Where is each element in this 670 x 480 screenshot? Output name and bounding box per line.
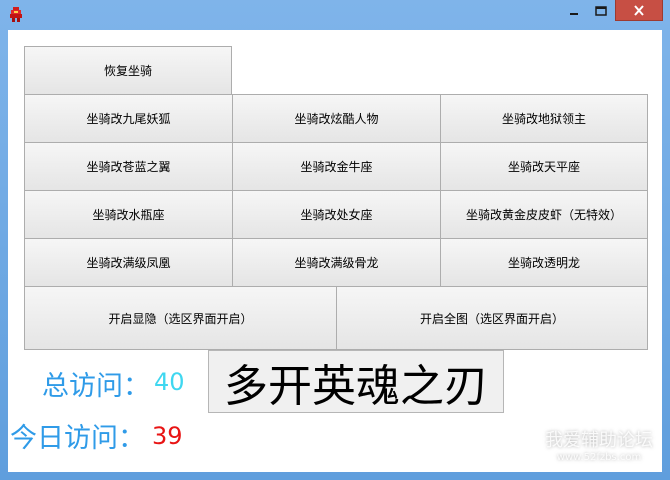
- restore-mount-button[interactable]: 恢复坐骑: [24, 46, 232, 95]
- full-map-button[interactable]: 开启全图（选区界面开启）: [336, 286, 648, 350]
- maximize-icon: [595, 1, 607, 20]
- minimize-icon: [569, 1, 579, 20]
- watermark-title: 我爱辅助论坛: [545, 430, 653, 451]
- mount-transparent-dragon-button[interactable]: 坐骑改透明龙: [440, 238, 648, 287]
- today-visits-label: 今日访问：: [10, 423, 145, 454]
- title-bar[interactable]: [0, 0, 670, 30]
- multi-open-banner: 多开英魂之刃: [208, 350, 504, 413]
- minimize-button[interactable]: [561, 0, 587, 21]
- close-button[interactable]: [615, 0, 663, 21]
- mount-phoenix-button[interactable]: 坐骑改满级凤凰: [24, 238, 233, 287]
- mount-bone-dragon-button[interactable]: 坐骑改满级骨龙: [232, 238, 441, 287]
- mount-taurus-button[interactable]: 坐骑改金牛座: [232, 142, 441, 191]
- watermark-url: www.52fzbs.com: [556, 452, 642, 463]
- total-visits-value: 40: [154, 368, 185, 396]
- mount-golden-shrimp-button[interactable]: 坐骑改黄金皮皮虾（无特效）: [440, 190, 648, 239]
- mount-libra-button[interactable]: 坐骑改天平座: [440, 142, 648, 191]
- mount-azure-wing-button[interactable]: 坐骑改苍蓝之翼: [24, 142, 233, 191]
- total-visits-label: 总访问：: [42, 371, 150, 402]
- mount-aquarius-button[interactable]: 坐骑改水瓶座: [24, 190, 233, 239]
- close-icon: [633, 1, 645, 20]
- mount-hell-lord-button[interactable]: 坐骑改地狱领主: [440, 94, 648, 143]
- today-visits-value: 39: [152, 422, 183, 450]
- app-icon[interactable]: [9, 6, 23, 22]
- maximize-button[interactable]: [588, 0, 614, 21]
- mount-virgo-button[interactable]: 坐骑改处女座: [232, 190, 441, 239]
- show-hide-button[interactable]: 开启显隐（选区界面开启）: [24, 286, 337, 350]
- mount-cool-character-button[interactable]: 坐骑改炫酷人物: [232, 94, 441, 143]
- client-area: 恢复坐骑 坐骑改九尾妖狐 坐骑改炫酷人物 坐骑改地狱领主 坐骑改苍蓝之翼 坐骑改…: [8, 30, 662, 472]
- forum-watermark: 我爱辅助论坛 www.52fzbs.com: [536, 430, 662, 472]
- app-window: 恢复坐骑 坐骑改九尾妖狐 坐骑改炫酷人物 坐骑改地狱领主 坐骑改苍蓝之翼 坐骑改…: [0, 0, 670, 480]
- mount-nine-tailed-fox-button[interactable]: 坐骑改九尾妖狐: [24, 94, 233, 143]
